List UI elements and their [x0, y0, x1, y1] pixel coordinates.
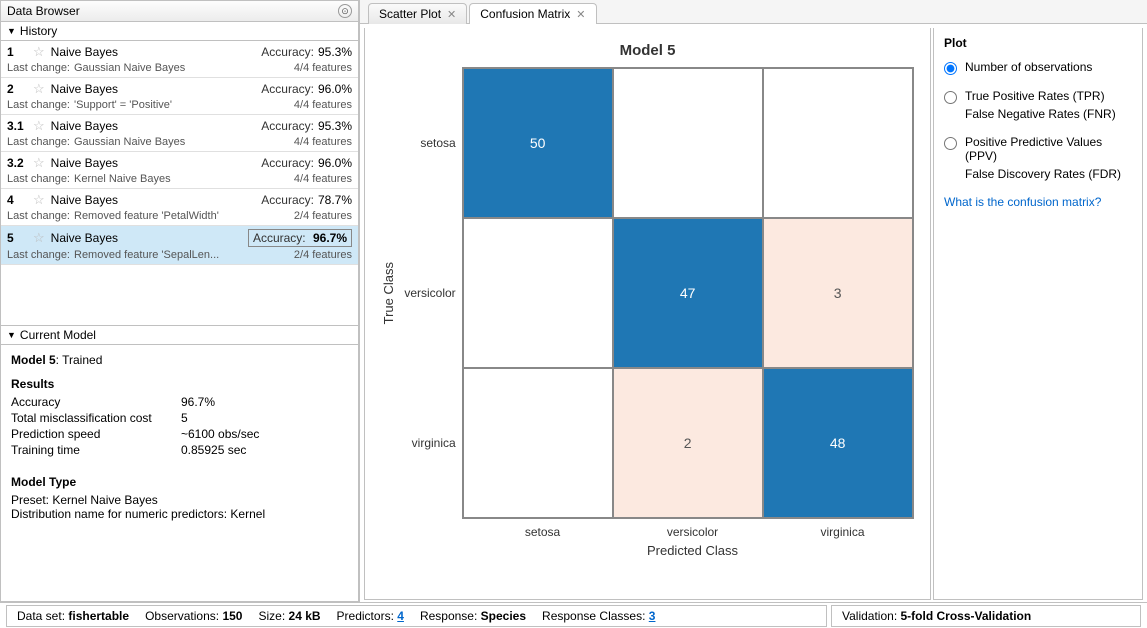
modeltype-line: Preset: Kernel Naive Bayes [11, 493, 348, 507]
history-item-3.1[interactable]: 3.1 ☆ Naive Bayes Accuracy: 95.3% Last c… [1, 115, 358, 152]
xtick: setosa [468, 525, 618, 539]
plot-title: Model 5 [620, 42, 676, 59]
close-icon[interactable]: ✕ [447, 8, 456, 21]
confusion-matrix-grid: 50473248 [462, 67, 914, 519]
status-response: Response: Species [420, 609, 526, 623]
ytick: virginica [404, 368, 455, 518]
radio-num-obs[interactable]: Number of observations [944, 60, 1132, 75]
x-axis-label: Predicted Class [468, 543, 918, 558]
cm-cell-1-2: 3 [763, 218, 913, 368]
chevron-down-icon: ▼ [7, 26, 16, 36]
result-row: Prediction speed~6100 obs/sec [11, 427, 348, 441]
close-icon[interactable]: ✕ [576, 8, 585, 21]
radio-tpr-label: True Positive Rates (TPR) [965, 89, 1116, 103]
status-box-main: Data set: fishertable Observations: 150 … [6, 605, 827, 627]
modeltype-heading: Model Type [11, 475, 348, 489]
current-model-body[interactable]: Model 5: Trained Results Accuracy96.7% To… [0, 345, 359, 602]
star-icon[interactable]: ☆ [33, 81, 45, 97]
cm-cell-1-0 [463, 218, 613, 368]
radio-num-obs-input[interactable] [944, 62, 957, 75]
cm-cell-0-1 [613, 68, 763, 218]
xtick: virginica [768, 525, 918, 539]
current-model-header[interactable]: ▼ Current Model [0, 326, 359, 345]
modeltype-line: Distribution name for numeric predictors… [11, 507, 348, 521]
ytick: versicolor [404, 218, 455, 368]
cm-cell-2-2: 48 [763, 368, 913, 518]
y-ticks: setosaversicolorvirginica [404, 68, 455, 518]
history-item-4[interactable]: 4 ☆ Naive Bayes Accuracy: 78.7% Last cha… [1, 189, 358, 226]
history-item-3.2[interactable]: 3.2 ☆ Naive Bayes Accuracy: 96.0% Last c… [1, 152, 358, 189]
tab-confusion-matrix[interactable]: Confusion Matrix✕ [469, 3, 596, 24]
right-area: Scatter Plot✕Confusion Matrix✕ Model 5 T… [360, 0, 1147, 602]
y-axis-label: True Class [381, 262, 396, 324]
cm-cell-0-2 [763, 68, 913, 218]
history-item-2[interactable]: 2 ☆ Naive Bayes Accuracy: 96.0% Last cha… [1, 78, 358, 115]
tab-scatter-plot[interactable]: Scatter Plot✕ [368, 3, 467, 24]
star-icon[interactable]: ☆ [33, 192, 45, 208]
cm-cell-2-1: 2 [613, 368, 763, 518]
plot-options-panel: Plot Number of observations True Positiv… [933, 28, 1143, 600]
result-row: Accuracy96.7% [11, 395, 348, 409]
x-ticks: setosaversicolorvirginica [468, 525, 918, 539]
history-header[interactable]: ▼ History [0, 22, 359, 41]
ytick: setosa [404, 68, 455, 218]
history-item-5[interactable]: 5 ☆ Naive Bayes Accuracy: 96.7% Last cha… [1, 226, 358, 265]
status-validation: Validation: 5-fold Cross-Validation [842, 609, 1031, 623]
status-dataset: Data set: fishertable [17, 609, 129, 623]
status-predictors: Predictors: 4 [337, 609, 404, 623]
radio-fnr-label: False Negative Rates (FNR) [965, 107, 1116, 121]
star-icon[interactable]: ☆ [33, 155, 45, 171]
response-classes-link[interactable]: 3 [649, 609, 656, 623]
radio-fdr-label: False Discovery Rates (FDR) [965, 167, 1132, 181]
xtick: versicolor [618, 525, 768, 539]
status-bar: Data set: fishertable Observations: 150 … [0, 602, 1147, 628]
radio-ppv-fdr-input[interactable] [944, 137, 957, 150]
cm-cell-0-0: 50 [463, 68, 613, 218]
status-size: Size: 24 kB [258, 609, 320, 623]
radio-ppv-label: Positive Predictive Values (PPV) [965, 135, 1132, 163]
star-icon[interactable]: ☆ [33, 230, 45, 246]
collapse-icon[interactable]: ⊙ [338, 4, 352, 18]
data-browser-title: Data Browser [7, 4, 80, 18]
left-panel: Data Browser ⊙ ▼ History 1 ☆ Naive Bayes… [0, 0, 360, 602]
data-browser-header: Data Browser ⊙ [0, 0, 359, 22]
plot-area: Model 5 True Class setosaversicolorvirgi… [364, 28, 931, 600]
star-icon[interactable]: ☆ [33, 44, 45, 60]
history-item-1[interactable]: 1 ☆ Naive Bayes Accuracy: 95.3% Last cha… [1, 41, 358, 78]
help-link[interactable]: What is the confusion matrix? [944, 195, 1132, 209]
status-box-validation: Validation: 5-fold Cross-Validation [831, 605, 1141, 627]
chevron-down-icon: ▼ [7, 330, 16, 340]
current-model-header-label: Current Model [20, 328, 96, 342]
radio-ppv-fdr[interactable]: Positive Predictive Values (PPV) False D… [944, 135, 1132, 181]
predictors-link[interactable]: 4 [397, 609, 404, 623]
result-row: Training time0.85925 sec [11, 443, 348, 457]
cm-cell-1-1: 47 [613, 218, 763, 368]
results-heading: Results [11, 377, 348, 391]
cm-cell-2-0 [463, 368, 613, 518]
tabs-bar: Scatter Plot✕Confusion Matrix✕ [360, 0, 1147, 24]
result-row: Total misclassification cost5 [11, 411, 348, 425]
history-list[interactable]: 1 ☆ Naive Bayes Accuracy: 95.3% Last cha… [0, 41, 359, 326]
star-icon[interactable]: ☆ [33, 118, 45, 134]
radio-num-obs-label: Number of observations [965, 60, 1092, 74]
plot-options-header: Plot [944, 36, 1132, 50]
current-model-title: Model 5: Trained [11, 353, 348, 367]
radio-tpr-fnr-input[interactable] [944, 91, 957, 104]
radio-tpr-fnr[interactable]: True Positive Rates (TPR) False Negative… [944, 89, 1132, 121]
status-observations: Observations: 150 [145, 609, 242, 623]
history-header-label: History [20, 24, 57, 38]
status-response-classes: Response Classes: 3 [542, 609, 655, 623]
